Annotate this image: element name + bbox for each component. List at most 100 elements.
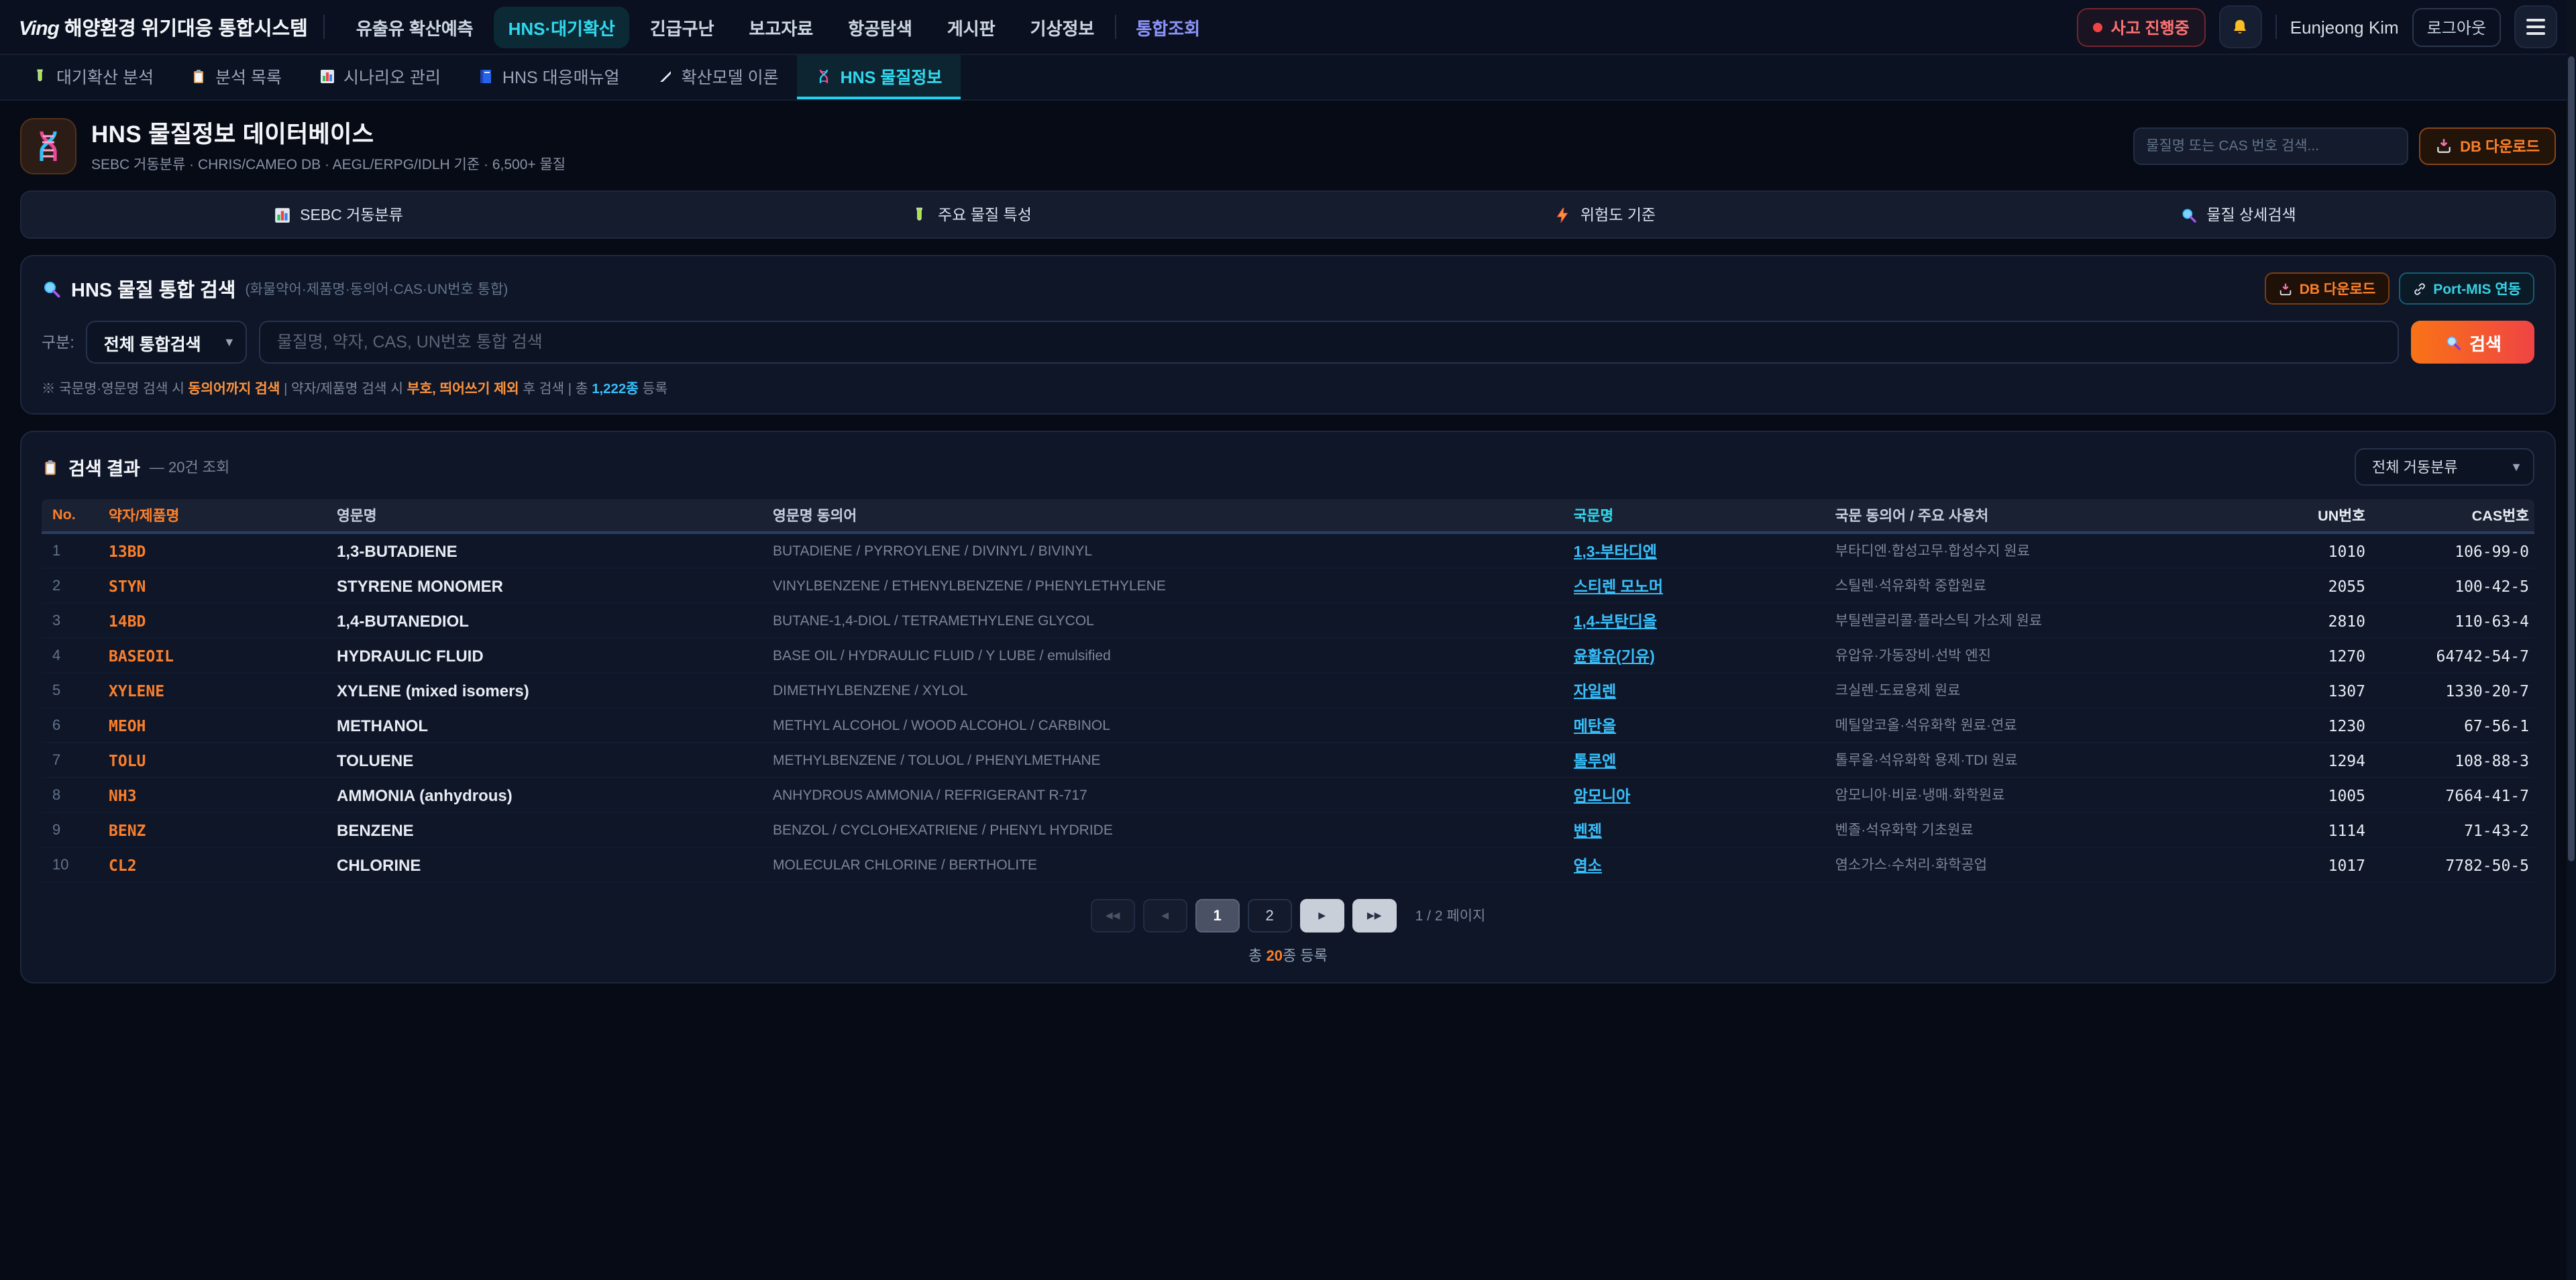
test-tube-icon: [911, 206, 928, 223]
chevron-down-icon: ▼: [223, 335, 235, 349]
tab-key-properties[interactable]: 주요 물질 특성: [655, 192, 1288, 237]
row-kr-link[interactable]: 톨루엔: [1574, 753, 1617, 769]
nav-item-board[interactable]: 게시판: [932, 6, 1010, 48]
pagination-page-1[interactable]: 1: [1195, 899, 1240, 932]
table-row[interactable]: 8 NH3 AMMONIA (anhydrous) ANHYDROUS AMMO…: [42, 778, 2534, 813]
incident-status-badge[interactable]: 사고 진행중: [2078, 7, 2206, 46]
row-kr-link[interactable]: 자일렌: [1574, 684, 1617, 700]
pagination-prev-button[interactable]: ◀: [1143, 899, 1187, 932]
table-row[interactable]: 7 TOLU TOLUENE METHYLBENZENE / TOLUOL / …: [42, 743, 2534, 778]
nav-item-rescue[interactable]: 긴급구난: [635, 6, 729, 48]
tab-hns-manual[interactable]: HNS 대응매뉴얼: [460, 55, 639, 99]
tab-risk-criteria[interactable]: 위험도 기준: [1288, 192, 1921, 237]
row-kr-link[interactable]: 1,4-부탄디올: [1574, 614, 1657, 630]
row-en: STYRENE MONOMER: [337, 576, 773, 595]
row-cas: 7782-50-5: [2379, 855, 2534, 874]
pagination-page-2[interactable]: 2: [1248, 899, 1292, 932]
link-icon: [2412, 281, 2426, 296]
tab-diffusion-analysis[interactable]: 대기확산 분석: [13, 55, 172, 99]
row-cas: 64742-54-7: [2379, 646, 2534, 665]
row-en: 1,3-BUTADIENE: [337, 541, 773, 560]
notifications-button[interactable]: [2219, 5, 2262, 48]
search-icon: [2180, 206, 2197, 223]
menu-button[interactable]: [2514, 5, 2557, 48]
search-icon: [42, 278, 62, 299]
table-row[interactable]: 10 CL2 CHLORINE MOLECULAR CHLORINE / BER…: [42, 848, 2534, 883]
row-cas: 1330-20-7: [2379, 681, 2534, 700]
clipboard-icon: [42, 458, 59, 476]
logout-button[interactable]: 로그아웃: [2412, 7, 2501, 46]
pagination-next-button[interactable]: ▶: [1300, 899, 1344, 932]
logo-title: 해양환경 위기대응 통합시스템: [64, 13, 308, 41]
pagination-first-button[interactable]: ◀◀: [1091, 899, 1135, 932]
row-kr-link[interactable]: 1,3-부타디엔: [1574, 544, 1657, 560]
nav-item-aerial-search[interactable]: 항공탐색: [833, 6, 927, 48]
nav-item-weather[interactable]: 기상정보: [1016, 6, 1110, 48]
page-subtitle: SEBC 거동분류 · CHRIS/CAMEO DB · AEGL/ERPG/I…: [91, 154, 566, 174]
table-row[interactable]: 1 13BD 1,3-BUTADIENE BUTADIENE / PYRROYL…: [42, 534, 2534, 569]
pagination: ◀◀ ◀ 1 2 ▶ ▶▶ 1 / 2 페이지: [42, 899, 2534, 932]
table-row[interactable]: 2 STYN STYRENE MONOMER VINYLBENZENE / ET…: [42, 569, 2534, 604]
tab-sebc-classification[interactable]: SEBC 거동분류: [21, 192, 655, 237]
nav-item-hns-diffusion[interactable]: HNS·대기확산: [494, 6, 630, 48]
category-tab-bar: SEBC 거동분류 주요 물질 특성 위험도 기준 물질 상세검색: [20, 191, 2556, 239]
row-en-syn: BASE OIL / HYDRAULIC FLUID / Y LUBE / em…: [773, 647, 1574, 663]
row-kr-syn: 부틸렌글리콜·플라스틱 가소제 원료: [1835, 610, 2274, 631]
row-kr-link[interactable]: 스티렌 모노머: [1574, 579, 1663, 595]
row-kr-syn: 메틸알코올·석유화학 원료·연료: [1835, 715, 2274, 735]
tab-diffusion-model-theory[interactable]: 확산모델 이론: [639, 55, 798, 99]
row-cas: 71-43-2: [2379, 820, 2534, 839]
row-kr-link[interactable]: 메탄올: [1574, 718, 1617, 735]
tab-scenario-management[interactable]: 시나리오 관리: [301, 55, 460, 99]
nav-item-oil-spill[interactable]: 유출유 확산예측: [341, 6, 488, 48]
row-un: 1294: [2274, 751, 2379, 769]
row-kr-link[interactable]: 암모니아: [1574, 788, 1631, 804]
col-un: UN번호: [2274, 504, 2379, 526]
unified-search-input[interactable]: [260, 321, 2399, 364]
row-en: XYLENE (mixed isomers): [337, 681, 773, 700]
row-kr-syn: 암모니아·비료·냉매·화학원료: [1835, 785, 2274, 805]
row-en: METHANOL: [337, 716, 773, 735]
col-cas: CAS번호: [2379, 504, 2534, 526]
hamburger-icon: [2526, 19, 2545, 35]
table-row[interactable]: 9 BENZ BENZENE BENZOL / CYCLOHEXATRIENE …: [42, 813, 2534, 848]
chevron-down-icon: ▼: [2510, 460, 2522, 474]
nav-item-reports[interactable]: 보고자료: [735, 6, 828, 48]
pagination-last-button[interactable]: ▶▶: [1352, 899, 1397, 932]
row-cas: 67-56-1: [2379, 716, 2534, 735]
row-no: 6: [42, 717, 109, 733]
tab-analysis-list[interactable]: 분석 목록: [172, 55, 301, 99]
row-kr-link[interactable]: 윤활유(기유): [1574, 649, 1655, 665]
row-en-syn: MOLECULAR CHLORINE / BERTHOLITE: [773, 857, 1574, 873]
table-row[interactable]: 6 MEOH METHANOL METHYL ALCOHOL / WOOD AL…: [42, 708, 2534, 743]
top-navbar: Ving 해양환경 위기대응 통합시스템 유출유 확산예측 HNS·대기확산 긴…: [0, 0, 2576, 55]
header-search-input[interactable]: [2133, 127, 2408, 164]
scrollbar-track[interactable]: [2567, 0, 2576, 1280]
app-logo[interactable]: Ving 해양환경 위기대응 통합시스템: [19, 13, 308, 41]
behavior-class-filter-select[interactable]: 전체 거동분류 ▼: [2355, 448, 2534, 486]
nav-item-integrated-query[interactable]: 통합조회: [1121, 6, 1215, 48]
table-row[interactable]: 3 14BD 1,4-BUTANEDIOL BUTANE-1,4-DIOL / …: [42, 604, 2534, 639]
row-code: TOLU: [109, 751, 337, 769]
row-cas: 110-63-4: [2379, 611, 2534, 630]
search-type-select[interactable]: 전체 통합검색 ▼: [87, 321, 248, 364]
portmis-link-button[interactable]: Port-MIS 연동: [2398, 272, 2534, 305]
row-no: 2: [42, 578, 109, 594]
row-no: 9: [42, 822, 109, 838]
tab-hns-substance-info[interactable]: HNS 물질정보: [798, 55, 961, 99]
row-kr-syn: 벤졸·석유화학 기초원료: [1835, 820, 2274, 840]
book-icon: [478, 68, 494, 84]
table-row[interactable]: 5 XYLENE XYLENE (mixed isomers) DIMETHYL…: [42, 674, 2534, 708]
scrollbar-thumb[interactable]: [2568, 56, 2575, 861]
row-no: 1: [42, 543, 109, 559]
row-kr-link[interactable]: 벤젠: [1574, 823, 1602, 839]
row-kr-link[interactable]: 염소: [1574, 858, 1602, 874]
table-row[interactable]: 4 BASEOIL HYDRAULIC FLUID BASE OIL / HYD…: [42, 639, 2534, 674]
search-button[interactable]: 검색: [2411, 321, 2534, 364]
tab-detail-search[interactable]: 물질 상세검색: [1921, 192, 2555, 237]
row-code: MEOH: [109, 716, 337, 735]
db-download-button[interactable]: DB 다운로드: [2265, 272, 2389, 305]
row-en-syn: BUTANE-1,4-DIOL / TETRAMETHYLENE GLYCOL: [773, 612, 1574, 629]
header-db-download-button[interactable]: DB 다운로드: [2418, 127, 2556, 164]
page-title: HNS 물질정보 데이터베이스: [91, 117, 566, 150]
